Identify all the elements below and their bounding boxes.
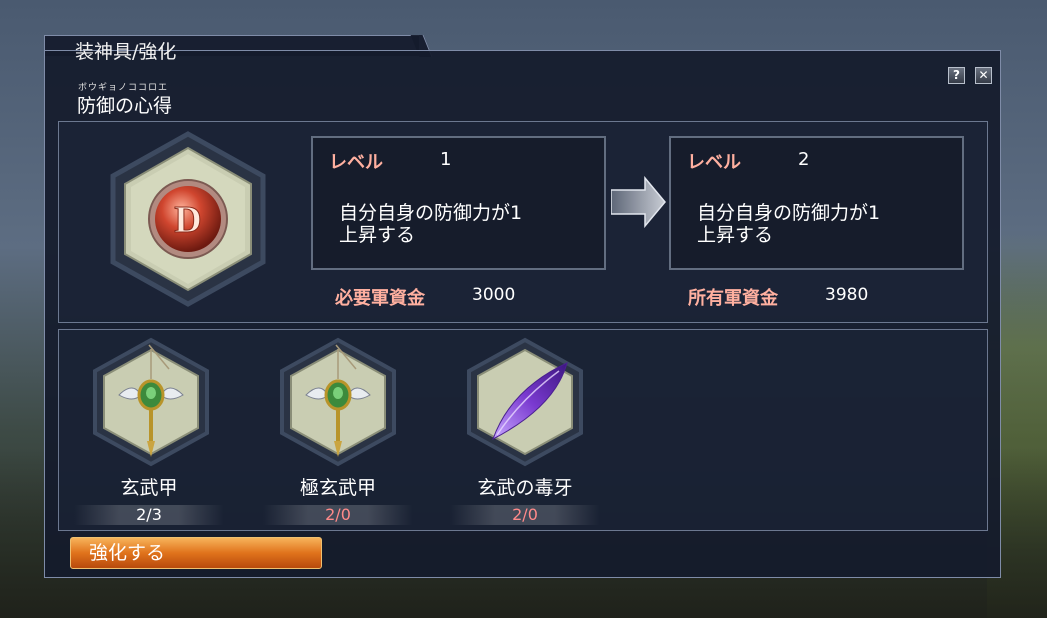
material-name-3: 玄武の毒牙 xyxy=(477,477,573,499)
next-level-label: レベル xyxy=(687,152,741,173)
material-slot-3[interactable] xyxy=(463,337,587,467)
material-name-2: 極玄武甲 xyxy=(299,477,376,499)
material-name-1: 玄武甲 xyxy=(120,477,178,499)
medallion-d-icon: D xyxy=(148,179,228,259)
item-name: 防御の心得 xyxy=(77,95,173,117)
next-level-box: レベル 2 自分自身の防御力が1 上昇する xyxy=(669,136,964,270)
current-level-description: 自分自身の防御力が1 上昇する xyxy=(339,202,523,246)
window-title: 装神具/強化 xyxy=(75,41,177,63)
next-level-value: 2 xyxy=(798,149,810,170)
required-funds-label: 必要軍資金 xyxy=(335,288,425,309)
medallion-letter: D xyxy=(174,199,201,241)
material-slot-1[interactable] xyxy=(89,337,213,467)
required-funds-value: 3000 xyxy=(472,285,516,305)
current-level-label: レベル xyxy=(329,152,383,173)
owned-funds-value: 3980 xyxy=(825,285,869,305)
material-count-1: 2/3 xyxy=(74,505,224,525)
next-level-description: 自分自身の防御力が1 上昇する xyxy=(697,202,881,246)
enhance-button[interactable]: 強化する xyxy=(70,537,322,569)
current-level-box: レベル 1 自分自身の防御力が1 上昇する xyxy=(311,136,606,270)
owned-funds-label: 所有軍資金 xyxy=(688,288,778,309)
current-level-value: 1 xyxy=(440,149,452,170)
close-button[interactable]: ✕ xyxy=(975,67,992,84)
help-button[interactable]: ? xyxy=(948,67,965,84)
right-arrow-icon xyxy=(611,176,666,228)
material-count-3: 2/0 xyxy=(450,505,600,525)
material-slot-2[interactable] xyxy=(276,337,400,467)
material-count-2: 2/0 xyxy=(263,505,413,525)
